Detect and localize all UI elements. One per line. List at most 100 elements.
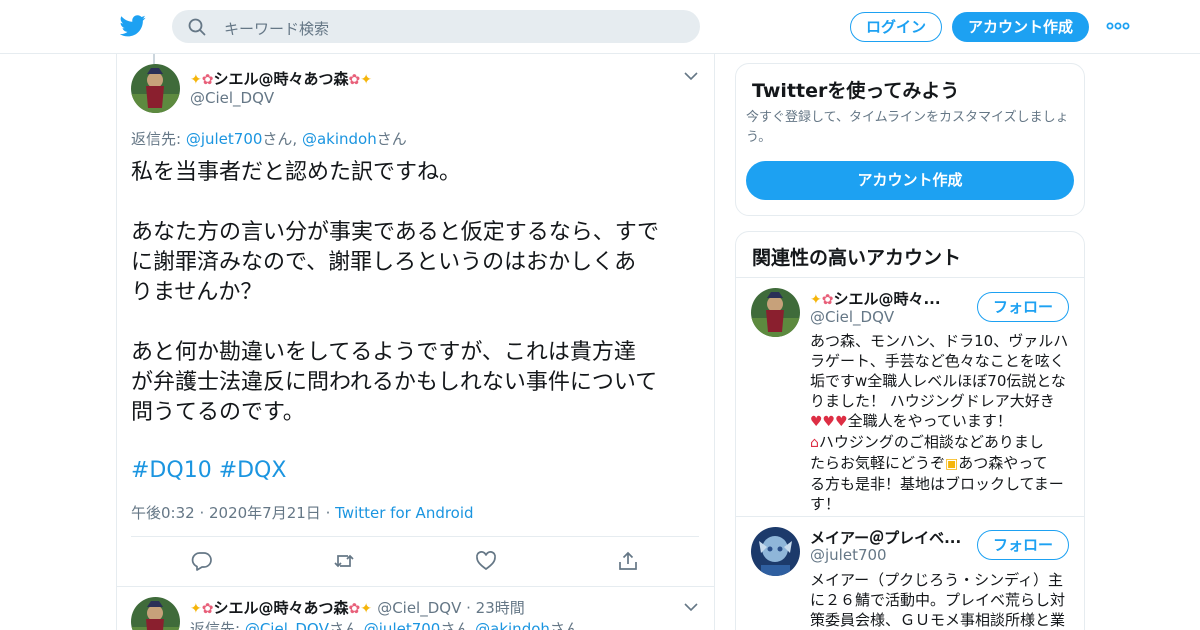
tweet-text-line: りませんか？ <box>131 280 263 305</box>
signup-card-description: 今すぐ登録して、タイムラインをカスタマイズしましょう。 <box>746 110 1069 145</box>
more-options-icon[interactable] <box>1106 18 1130 34</box>
heart-icon: ♥♥♥ <box>810 414 848 430</box>
account-handle[interactable]: @julet700 <box>810 546 887 564</box>
account-avatar[interactable] <box>751 288 800 337</box>
account-handle[interactable]: @Ciel_DQV <box>810 308 894 326</box>
sparkles-icon: ✦ <box>360 601 372 617</box>
tweet-text-line: が弁護士法違反に問われるかもしれない事件について <box>131 370 658 395</box>
account-avatar[interactable] <box>751 527 800 576</box>
bio-line: メイアー（プクじろう・シンディ）主 <box>810 571 1064 589</box>
share-icon[interactable] <box>617 550 639 572</box>
twitter-bird-icon[interactable] <box>120 14 146 38</box>
bio-line: ラゲート、手芸など色々なことを呟く <box>810 352 1065 370</box>
island-icon: ▣ <box>945 456 959 472</box>
bio-line: たらお気軽にどうぞ <box>810 454 946 472</box>
tweet-date[interactable]: 2020年7月21日 <box>209 504 321 522</box>
chevron-down-icon[interactable] <box>684 71 698 81</box>
bio-line: る方も是非！基地はブロックしてまー <box>810 475 1064 493</box>
reply-user-link[interactable]: @Ciel_DQV <box>245 620 329 630</box>
related-accounts-card: 関連性の高いアカウント ✦✿シエル@時々... @Ciel_DQV フォロー あ… <box>735 231 1085 630</box>
chevron-down-icon[interactable] <box>684 602 698 612</box>
hashtag-link[interactable]: #DQ10 <box>131 458 212 483</box>
like-heart-icon[interactable] <box>475 550 497 572</box>
tweet-time[interactable]: 午後0:32 <box>131 504 195 522</box>
bio-line: す！ <box>810 495 841 513</box>
actions-divider <box>131 536 699 537</box>
related-accounts-title: 関連性の高いアカウント <box>752 247 962 269</box>
thread-connector <box>153 54 155 64</box>
retweet-icon[interactable] <box>333 550 355 572</box>
reply-separator: さん <box>440 620 476 630</box>
top-bar: キーワード検索 ログイン アカウント作成 <box>0 0 1200 54</box>
tweet-text: 私を当事者だと認めた訳ですね。 あなた方の言い分が事実であると仮定するなら、すで… <box>131 158 701 428</box>
tweet-text-line: あなた方の言い分が事実であると仮定するなら、すで <box>131 220 660 245</box>
house-icon: ⌂ <box>810 435 819 451</box>
signup-card: Twitterを使ってみよう 今すぐ登録して、タイムラインをカスタマイズしましょ… <box>735 63 1085 216</box>
account-name-text: シエル@時々... <box>833 290 941 308</box>
reply-icon[interactable] <box>191 550 213 572</box>
hibiscus-icon: ✿ <box>821 292 834 308</box>
bio-line: 策委員会様、ＧＵモメ事相談所様と業 <box>810 611 1066 629</box>
search-placeholder: キーワード検索 <box>224 20 330 38</box>
search-input[interactable]: キーワード検索 <box>172 10 700 43</box>
reply-suffix: さん <box>376 130 407 148</box>
tweet-age[interactable]: 23時間 <box>476 599 525 617</box>
tweet-author-avatar[interactable] <box>131 64 180 113</box>
sparkles-icon: ✦ <box>360 72 372 88</box>
sparkles-icon: ✦ <box>190 601 202 617</box>
hibiscus-icon: ✿ <box>201 72 214 88</box>
tweet-author-name[interactable]: ✦✿シエル@時々あつ森✿✦ @Ciel_DQV · 23時間 <box>190 597 525 618</box>
hashtags: #DQ10 #DQX <box>131 458 286 483</box>
bio-line: りました！ ハウジングドレア大好き <box>810 392 1055 410</box>
account-bio: メイアー（プクじろう・シンディ）主 に２６鯖で活動中。プレイベ荒らし対 策委員会… <box>810 570 1072 630</box>
login-button[interactable]: ログイン <box>850 12 942 42</box>
signup-card-title: Twitterを使ってみよう <box>752 80 960 102</box>
tweet-author-name[interactable]: ✦✿シエル@時々あつ森✿✦ <box>190 68 372 89</box>
bio-line: あつ森やって <box>958 454 1048 472</box>
reply-user-link[interactable]: @julet700 <box>186 130 263 148</box>
tweet-author-handle[interactable]: @Ciel_DQV <box>190 89 274 107</box>
reply-user-link[interactable]: @akindoh <box>475 620 550 630</box>
tweet-text-line: に謝罪済みなので、謝罪しろというのはおかしくあ <box>131 250 637 275</box>
avatar-image <box>751 527 800 576</box>
bio-line: ハウジングのご相談などありまし <box>818 433 1044 451</box>
reply-prefix: 返信先: <box>131 130 186 148</box>
follow-button[interactable]: フォロー <box>977 292 1069 322</box>
hibiscus-icon: ✿ <box>348 72 361 88</box>
reply-to-line: 返信先: @Ciel_DQVさん @julet700さん @akindohさん <box>190 618 580 630</box>
reply-separator: さん <box>328 620 364 630</box>
signup-button[interactable]: アカウント作成 <box>952 12 1089 42</box>
tweet-source[interactable]: Twitter for Android <box>335 504 473 522</box>
sparkles-icon: ✦ <box>190 72 202 88</box>
reply-suffix: さん <box>549 620 580 630</box>
search-icon <box>188 18 206 36</box>
account-bio: あつ森、モンハン、ドラ10、ヴァルハ ラゲート、手芸など色々なことを呟く 垢です… <box>810 331 1072 514</box>
bio-line: 垢ですw全職人レベルほぼ70伝説とな <box>810 372 1066 390</box>
avatar-image <box>131 64 180 113</box>
bio-line: 全職人をやっています！ <box>847 412 1012 430</box>
tweet-author-handle[interactable]: @Ciel_DQV <box>377 599 461 617</box>
tweet-text-line: 私を当事者だと認めた訳ですね。 <box>131 160 462 185</box>
hibiscus-icon: ✿ <box>348 601 361 617</box>
follow-button[interactable]: フォロー <box>977 530 1069 560</box>
account-name[interactable]: メイアー＠プレイベ... <box>810 527 961 548</box>
reply-to-line: 返信先: @julet700さん, @akindohさん <box>131 128 407 149</box>
row-separator <box>736 516 1084 517</box>
reply-user-link[interactable]: @julet700 <box>364 620 441 630</box>
hashtag-link[interactable]: #DQX <box>219 458 287 483</box>
signup-card-button[interactable]: アカウント作成 <box>746 161 1074 200</box>
reply-prefix: 返信先: <box>190 620 245 630</box>
account-name[interactable]: ✦✿シエル@時々... <box>810 288 941 309</box>
tweet-metadata: 午後0:32 · 2020年7月21日 · Twitter for Androi… <box>131 504 474 522</box>
sparkles-icon: ✦ <box>810 292 822 308</box>
tweet-text-line: 問うてるのです。 <box>131 400 305 425</box>
avatar-image <box>751 288 800 337</box>
reply-user-link[interactable]: @akindoh <box>302 130 377 148</box>
tweet-author-name-text: シエル@時々あつ森 <box>213 70 349 88</box>
reply-separator: さん, <box>262 130 302 148</box>
tweet-text-line: あと何か勘違いをしてるようですが、これは貴方達 <box>131 340 636 365</box>
row-separator <box>736 277 1084 278</box>
tweet-author-name-text: シエル@時々あつ森 <box>213 599 349 617</box>
bio-line: に２６鯖で活動中。プレイベ荒らし対 <box>810 591 1066 609</box>
tweet-separator <box>117 586 714 587</box>
